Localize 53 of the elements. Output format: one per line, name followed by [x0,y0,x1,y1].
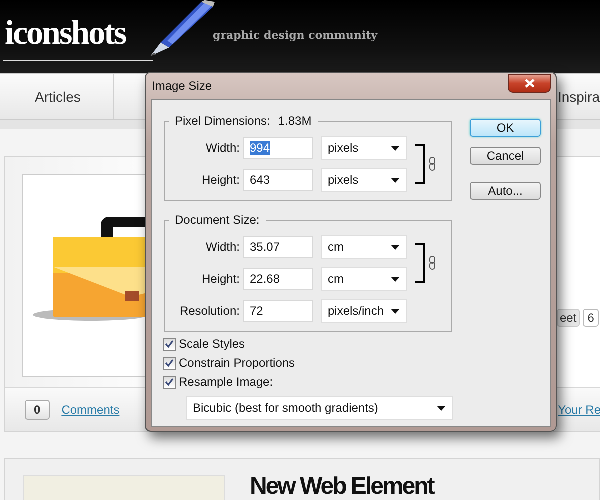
number-input[interactable]: 35.07 [243,236,313,258]
number-input[interactable]: 643 [243,169,313,191]
unit-select[interactable]: cm [321,235,407,259]
number-input[interactable]: 72 [243,300,313,322]
dropdown-arrow-icon [391,244,400,250]
link-bracket [415,144,425,184]
comments-link[interactable]: Comments [62,402,120,416]
number-input[interactable]: 994 [243,137,313,159]
site-tagline: graphic design community [213,29,378,42]
dropdown-arrow-icon [391,178,400,182]
number-input[interactable]: 22.68 [243,268,313,290]
checkbox-label: Scale Styles [179,337,246,351]
field-label: Width: [204,141,240,155]
dropdown-arrow-icon [391,146,400,150]
chain-link-icon [429,157,436,171]
nav-link[interactable]: Articles [0,74,114,119]
checkbox-label: Constrain Proportions [179,356,296,370]
close-icon [524,78,534,88]
dialog-button[interactable]: OK [470,119,541,137]
post-title[interactable]: New Web Element [250,475,434,500]
field-label: Height: [200,173,240,187]
nav-link[interactable]: Inspira [558,74,600,119]
dialog-button[interactable]: Auto... [470,182,541,200]
link-bracket [415,243,425,283]
checkbox[interactable] [163,376,176,388]
dialog-title: Image Size [151,79,212,93]
chain-link-icon [429,256,436,270]
dropdown-arrow-icon [437,406,446,410]
checkbox[interactable] [163,356,176,370]
unit-select[interactable]: pixels [321,136,407,160]
group-legend: Document Size: [175,213,260,227]
checkmark-icon [165,340,174,348]
dropdown-arrow-icon [391,276,400,282]
checkmark-icon [165,378,174,386]
resample-select[interactable]: Bicubic (best for smooth gradients) [186,396,453,420]
dropdown-arrow-icon [391,308,400,314]
field-label: Height: [200,272,240,286]
unit-select[interactable]: pixels/inch [321,299,407,323]
checkbox-label: Resample Image: [179,375,274,389]
site-logo[interactable]: iconshots [3,14,153,54]
tweet-button[interactable]: eet [557,309,580,327]
unit-select[interactable]: cm [321,267,407,291]
unit-select[interactable]: pixels [321,168,407,192]
comment-count: 0 [25,400,50,420]
checkmark-icon [165,359,174,367]
checkbox[interactable] [163,338,176,350]
group-legend: Pixel Dimensions: [175,114,270,128]
tweet-count: 6 [582,309,600,327]
field-label: Resolution: [178,304,240,318]
pixel-size-value: 1.83M [278,114,312,128]
field-label: Width: [204,240,240,254]
close-button[interactable] [508,74,551,92]
dialog-button[interactable]: Cancel [470,147,541,165]
